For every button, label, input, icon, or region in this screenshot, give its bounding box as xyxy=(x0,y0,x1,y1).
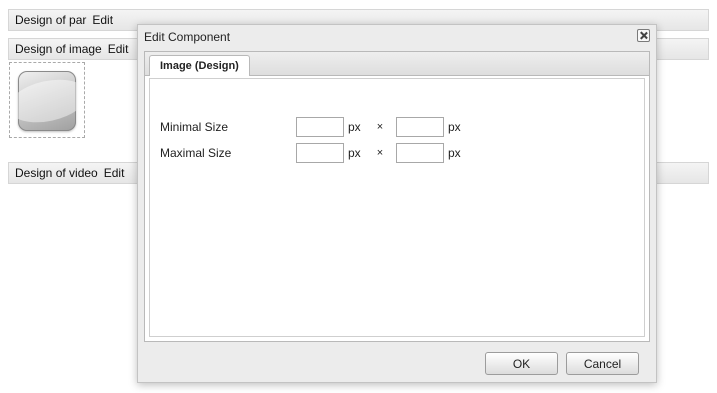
minimal-width-input[interactable] xyxy=(296,117,344,137)
maximal-size-label: Maximal Size xyxy=(160,146,232,160)
editbar-image-edit-link[interactable]: Edit xyxy=(108,42,129,56)
minimal-height-input[interactable] xyxy=(396,117,444,137)
tab-strip: Image (Design) xyxy=(145,52,649,76)
page: Design of par Edit Design of image Edit … xyxy=(0,0,717,393)
minimal-width-unit: px xyxy=(348,120,361,134)
minimal-height-unit: px xyxy=(448,120,461,134)
dialog-body: Image (Design) Minimal Size px × px Maxi… xyxy=(144,51,650,342)
minimal-size-label: Minimal Size xyxy=(160,120,229,134)
close-icon[interactable] xyxy=(637,29,650,42)
editbar-par-edit-link[interactable]: Edit xyxy=(92,13,113,27)
dialog-title: Edit Component xyxy=(144,30,231,44)
maximal-size-row: Maximal Size px × px xyxy=(160,143,464,163)
minimal-times-sign: × xyxy=(376,121,384,133)
tab-image-design[interactable]: Image (Design) xyxy=(149,55,250,76)
editbar-video-label: Design of video xyxy=(15,166,98,180)
maximal-width-unit: px xyxy=(348,146,361,160)
editbar-par-label: Design of par xyxy=(15,13,87,27)
maximal-height-input[interactable] xyxy=(396,143,444,163)
cancel-button[interactable]: Cancel xyxy=(566,352,639,375)
maximal-times-sign: × xyxy=(376,147,384,159)
edit-component-dialog: Edit Component Image (Design) Minimal Si… xyxy=(137,24,657,383)
minimal-size-row: Minimal Size px × px xyxy=(160,117,464,137)
editbar-video-edit-link[interactable]: Edit xyxy=(104,166,125,180)
tab-panel: Minimal Size px × px Maximal Size px × p… xyxy=(149,78,645,337)
image-placeholder[interactable] xyxy=(9,62,85,138)
image-placeholder-icon xyxy=(18,71,76,131)
ok-button[interactable]: OK xyxy=(485,352,558,375)
maximal-width-input[interactable] xyxy=(296,143,344,163)
dialog-header[interactable]: Edit Component xyxy=(138,25,656,49)
editbar-image-label: Design of image xyxy=(15,42,102,56)
maximal-height-unit: px xyxy=(448,146,461,160)
